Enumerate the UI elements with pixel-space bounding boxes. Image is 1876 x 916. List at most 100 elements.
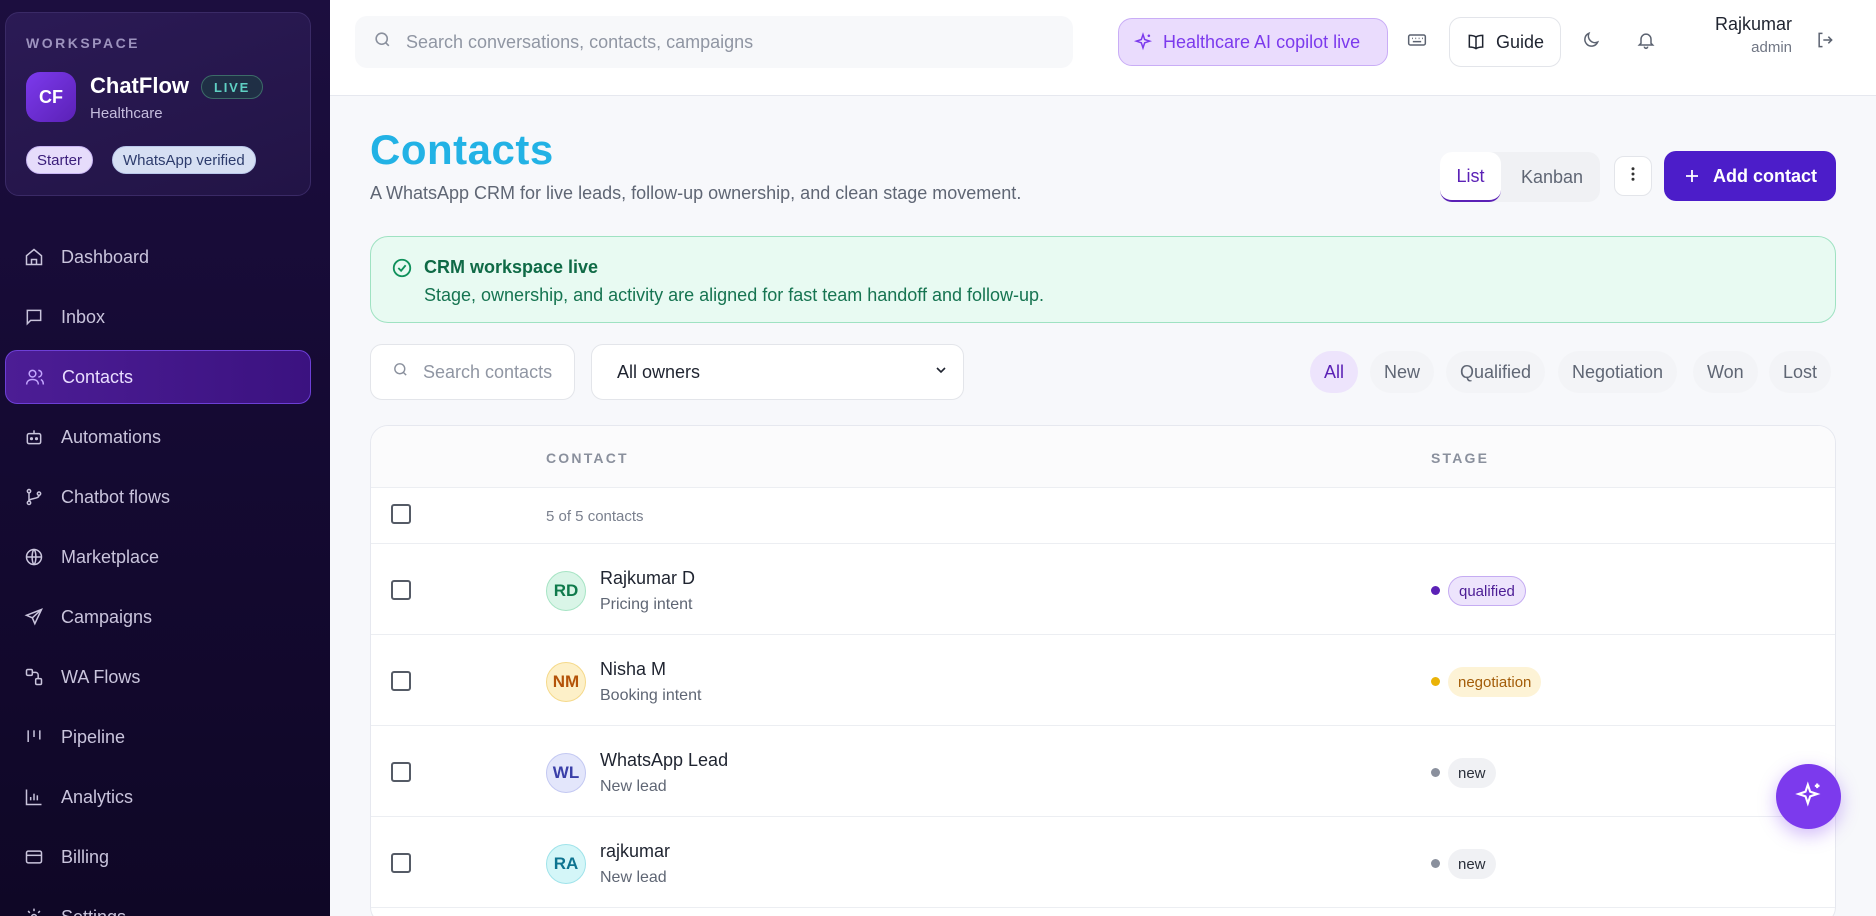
table-row[interactable]: RD Rajkumar D Pricing intent qualified <box>371 544 1835 635</box>
contact-name[interactable]: Rajkumar D <box>600 568 695 589</box>
contact-name[interactable]: rajkumar <box>600 841 670 862</box>
user-name: Rajkumar <box>1714 14 1792 34</box>
sidebar-item-label: Billing <box>61 846 110 867</box>
user-menu[interactable]: Rajkumar admin <box>1682 14 1792 70</box>
stage-dot <box>1431 677 1440 686</box>
sidebar-item-marketplace[interactable]: Marketplace <box>5 530 311 584</box>
sidebar-item-contacts[interactable]: Contacts <box>5 350 311 404</box>
guide-label: Guide <box>1495 31 1545 52</box>
workspace-card[interactable]: WORKSPACE CF ChatFlow LIVE Healthcare St… <box>5 12 311 196</box>
ai-assistant-fab[interactable] <box>1776 764 1841 829</box>
owner-select-value: All owners <box>617 361 701 382</box>
column-header-contact[interactable]: CONTACT <box>546 450 629 466</box>
sidebar-item-dashboard[interactable]: Dashboard <box>5 230 311 284</box>
view-kanban-tab[interactable]: Kanban <box>1504 152 1600 202</box>
notifications-button[interactable] <box>1626 22 1666 62</box>
page-subtitle: A WhatsApp CRM for live leads, follow-up… <box>370 183 1022 203</box>
bot-icon <box>23 426 45 448</box>
stage-filter-new[interactable]: New <box>1370 351 1435 393</box>
row-checkbox[interactable] <box>391 762 411 782</box>
stage-dot <box>1431 768 1440 777</box>
alert-text: Stage, ownership, and activity are align… <box>424 285 1045 305</box>
sidebar-item-pipeline[interactable]: Pipeline <box>5 710 311 764</box>
keyboard-shortcuts-button[interactable] <box>1397 22 1437 62</box>
sidebar-item-wa-flows[interactable]: WA Flows <box>5 650 311 704</box>
sidebar-item-chatbot-flows[interactable]: Chatbot flows <box>5 470 311 524</box>
user-role: admin <box>1751 39 1792 56</box>
status-alert: CRM workspace live Stage, ownership, and… <box>370 236 1836 323</box>
row-checkbox[interactable] <box>391 671 411 691</box>
more-vertical-icon <box>1624 165 1642 188</box>
sidebar-item-label: Campaigns <box>61 606 153 627</box>
logout-button[interactable] <box>1805 22 1845 62</box>
send-icon <box>23 606 45 628</box>
stage-badge: new <box>1448 758 1496 788</box>
row-checkbox[interactable] <box>391 853 411 873</box>
sparkle-icon <box>1794 780 1823 813</box>
sidebar-item-campaigns[interactable]: Campaigns <box>5 590 311 644</box>
contact-search-input[interactable] <box>423 361 573 383</box>
stage-dot <box>1431 586 1440 595</box>
guide-button[interactable]: Guide <box>1449 17 1561 67</box>
sidebar-item-settings[interactable]: Settings <box>5 890 311 916</box>
sidebar-item-label: Contacts <box>62 366 134 387</box>
card-icon <box>23 846 45 868</box>
contact-name[interactable]: WhatsApp Lead <box>600 750 728 771</box>
logout-icon <box>1815 30 1835 55</box>
more-options-button[interactable] <box>1614 156 1652 196</box>
globe-icon <box>23 546 45 568</box>
stage-filter-all[interactable]: All <box>1310 351 1359 393</box>
row-checkbox[interactable] <box>391 580 411 600</box>
whatsapp-verified-chip: WhatsApp verified <box>112 146 256 174</box>
stage-filter-negotiation[interactable]: Negotiation <box>1558 351 1678 393</box>
select-all-row: 5 of 5 contacts <box>371 488 1835 544</box>
sidebar-item-inbox[interactable]: Inbox <box>5 290 311 344</box>
select-all-checkbox[interactable] <box>391 504 411 524</box>
chart-icon <box>23 786 45 808</box>
add-contact-label: Add contact <box>1712 165 1817 186</box>
global-search-input[interactable] <box>406 31 1006 53</box>
sidebar-item-label: Analytics <box>61 786 134 807</box>
contact-search[interactable] <box>370 344 575 400</box>
stage-filter-won[interactable]: Won <box>1693 351 1758 393</box>
flow-icon <box>23 486 45 508</box>
keyboard-icon <box>1407 30 1427 55</box>
stage-badge: new <box>1448 849 1496 879</box>
view-toggle: List Kanban <box>1440 152 1600 202</box>
stage-dot <box>1431 859 1440 868</box>
sidebar-item-label: Chatbot flows <box>61 486 171 507</box>
avatar: WL <box>546 753 586 793</box>
contact-name[interactable]: Nisha M <box>600 659 666 680</box>
theme-toggle-button[interactable] <box>1571 22 1611 62</box>
contact-intent: New lead <box>600 778 667 795</box>
ai-copilot-button[interactable]: Healthcare AI copilot live <box>1118 18 1388 66</box>
table-row[interactable]: RA rajkumar New lead new <box>371 817 1835 908</box>
stage-filter-lost[interactable]: Lost <box>1769 351 1832 393</box>
workflow-icon <box>23 666 45 688</box>
sidebar-item-billing[interactable]: Billing <box>5 830 311 884</box>
contact-count: 5 of 5 contacts <box>546 508 644 525</box>
sidebar: WORKSPACE CF ChatFlow LIVE Healthcare St… <box>0 0 330 916</box>
column-header-stage[interactable]: STAGE <box>1431 450 1489 466</box>
workspace-label: WORKSPACE <box>26 35 141 51</box>
stage-badge: negotiation <box>1448 667 1542 697</box>
sidebar-item-label: Pipeline <box>61 726 126 747</box>
owner-select[interactable]: All owners <box>591 344 964 400</box>
stage-badge: qualified <box>1448 576 1526 606</box>
table-row[interactable]: WL WhatsApp Lead New lead new <box>371 726 1835 817</box>
view-list-tab[interactable]: List <box>1440 152 1501 202</box>
kanban-icon <box>23 726 45 748</box>
avatar: RD <box>546 571 586 611</box>
add-contact-button[interactable]: Add contact <box>1664 151 1836 201</box>
sidebar-item-analytics[interactable]: Analytics <box>5 770 311 824</box>
plan-chip: Starter <box>26 146 94 174</box>
book-icon <box>1466 32 1486 52</box>
gear-icon <box>23 906 45 916</box>
topbar: Healthcare AI copilot live Guide Rajkuma… <box>330 0 1876 96</box>
sidebar-item-automations[interactable]: Automations <box>5 410 311 464</box>
sidebar-item-label: Automations <box>61 426 162 447</box>
table-row[interactable]: NM Nisha M Booking intent negotiation <box>371 635 1835 726</box>
stage-filter-qualified[interactable]: Qualified <box>1446 351 1546 393</box>
sidebar-item-label: Dashboard <box>61 246 150 267</box>
global-search[interactable] <box>355 16 1073 68</box>
